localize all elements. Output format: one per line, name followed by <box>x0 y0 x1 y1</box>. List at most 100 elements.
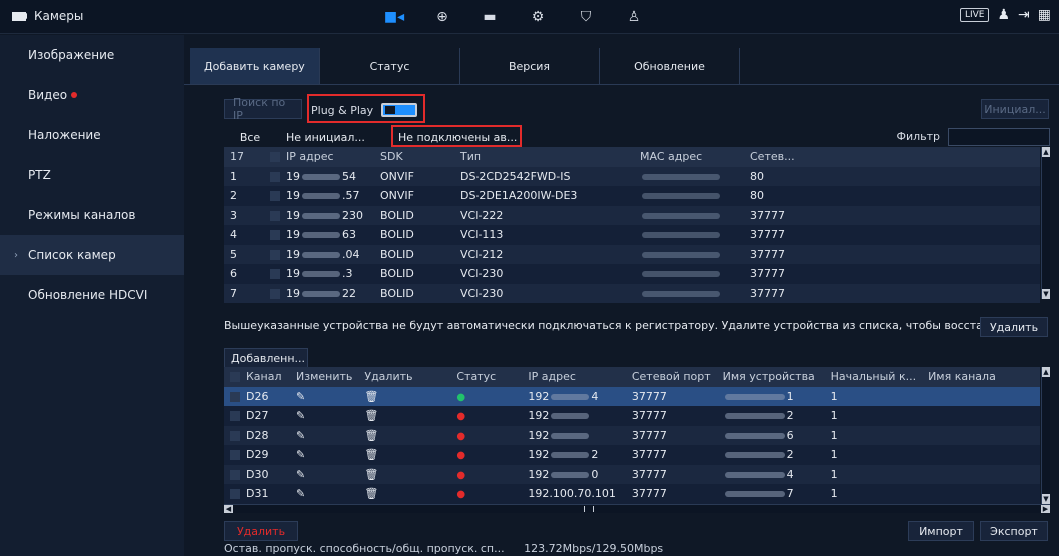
sidebar-item-video[interactable]: Видео <box>0 75 184 115</box>
trash-icon[interactable]: 🗑 <box>364 487 378 500</box>
edit-icon[interactable]: ✎ <box>296 409 305 422</box>
edit-icon[interactable]: ✎ <box>296 448 305 461</box>
tab-add-camera[interactable]: Добавить камеру <box>190 48 320 84</box>
edit-icon[interactable]: ✎ <box>296 390 305 403</box>
logout-icon[interactable]: ⇥ <box>1018 7 1030 23</box>
col-sdk[interactable]: SDK <box>374 147 454 167</box>
row-checkbox[interactable] <box>230 450 240 461</box>
table-row[interactable]: D27 ✎ 🗑 ● 192 37777 2 1 <box>224 406 1040 426</box>
ip-cell: 192 4 <box>528 389 599 403</box>
scroll-up-icon[interactable]: ▲ <box>1042 147 1050 157</box>
row-checkbox[interactable] <box>270 210 280 221</box>
row-checkbox[interactable] <box>230 391 240 402</box>
sidebar-item-channel-modes[interactable]: Режимы каналов <box>0 195 184 235</box>
table-row[interactable]: D29 ✎ 🗑 ● 192 2 37777 2 1 <box>224 445 1040 465</box>
row-checkbox[interactable] <box>230 430 240 441</box>
export-button[interactable]: Экспорт <box>980 521 1048 541</box>
col-port[interactable]: Сетев... <box>744 147 1040 167</box>
live-button[interactable]: LIVE <box>959 8 990 22</box>
scroll-up-icon[interactable]: ▲ <box>1042 367 1050 377</box>
added-table-hscrollbar[interactable]: ◀ ▶ <box>224 504 1050 513</box>
account-settings-icon[interactable]: ♙ <box>610 4 658 30</box>
table-row[interactable]: 7 19 22 BOLID VCI-230 37777 <box>224 283 1040 304</box>
mac-cell <box>634 284 744 304</box>
scroll-thumb[interactable] <box>584 506 594 512</box>
trash-icon[interactable]: 🗑 <box>364 448 378 461</box>
trash-icon[interactable]: 🗑 <box>364 468 378 481</box>
start-channel-cell: 1 <box>830 409 838 423</box>
col-ip[interactable]: IP адрес <box>264 147 374 167</box>
mac-cell <box>634 206 744 226</box>
scroll-left-icon[interactable]: ◀ <box>224 505 233 513</box>
tab-update[interactable]: Обновление <box>600 48 740 84</box>
ip-cell: 19.57 <box>264 186 374 206</box>
table-row[interactable]: 5 19.04 BOLID VCI-212 37777 <box>224 244 1040 264</box>
sidebar-item-ptz[interactable]: PTZ <box>0 155 184 195</box>
scroll-down-icon[interactable]: ▼ <box>1042 494 1050 504</box>
tab-status[interactable]: Статус <box>320 48 460 84</box>
sidebar-item-hdcvi-update[interactable]: Обновление HDCVI <box>0 275 184 315</box>
col-type[interactable]: Тип <box>454 147 634 167</box>
edit-icon[interactable]: ✎ <box>296 429 305 442</box>
table-row[interactable]: D26 ✎ 🗑 ● 192 4 37777 1 1 <box>224 386 1040 406</box>
edit-icon[interactable]: ✎ <box>296 487 305 500</box>
initialize-button[interactable]: Инициал... <box>981 99 1049 119</box>
filter-all[interactable]: Все <box>230 128 270 147</box>
mac-cell <box>634 225 744 245</box>
filter-uninitialized[interactable]: Не инициал... <box>286 128 365 147</box>
mac-cell <box>634 167 744 187</box>
table-row[interactable]: 6 19.3 BOLID VCI-230 37777 <box>224 264 1040 284</box>
sidebar-item-overlay[interactable]: Наложение <box>0 115 184 155</box>
app-title-label: Камеры <box>34 9 84 23</box>
row-checkbox[interactable] <box>230 469 240 480</box>
select-all-checkbox[interactable] <box>230 372 240 383</box>
port-cell: 37777 <box>750 247 785 261</box>
sdk-cell: ONVIF <box>380 169 414 183</box>
scroll-down-icon[interactable]: ▼ <box>1042 289 1050 299</box>
trash-icon[interactable]: 🗑 <box>364 390 378 403</box>
sidebar-item-image[interactable]: Изображение <box>0 35 184 75</box>
table-row[interactable]: 2 19.57 ONVIF DS-2DE1A200IW-DE3 80 <box>224 186 1040 206</box>
delete-search-button[interactable]: Удалить <box>980 317 1048 337</box>
table-row[interactable]: D30 ✎ 🗑 ● 192 0 37777 4 1 <box>224 464 1040 484</box>
table-row[interactable]: D28 ✎ 🗑 ● 192 37777 6 1 <box>224 425 1040 446</box>
row-checkbox[interactable] <box>270 191 280 202</box>
settings-icon[interactable]: ⚙ <box>514 4 562 30</box>
scroll-right-icon[interactable]: ▶ <box>1041 505 1050 513</box>
tab-version[interactable]: Версия <box>460 48 600 84</box>
select-all-checkbox[interactable] <box>270 152 280 163</box>
col-channel[interactable]: Канал <box>224 367 290 387</box>
ip-search-button[interactable]: Поиск по IP <box>224 96 302 122</box>
added-table-scrollbar[interactable]: ▲ ▼ <box>1041 367 1050 504</box>
trash-icon[interactable]: 🗑 <box>364 429 378 442</box>
edit-icon[interactable]: ✎ <box>296 468 305 481</box>
table-header: 17 IP адрес SDK Тип MAC адрес Сетев... <box>224 147 1040 167</box>
user-icon[interactable]: ♟ <box>997 7 1010 23</box>
table-row[interactable]: 4 19 63 BOLID VCI-113 37777 <box>224 225 1040 245</box>
storage-icon[interactable]: ▬ <box>466 4 514 30</box>
ip-cell: 192 <box>522 426 625 446</box>
added-filter-dropdown[interactable]: Добавленн... <box>224 348 308 368</box>
trash-icon[interactable]: 🗑 <box>364 409 378 422</box>
row-checkbox[interactable] <box>270 249 280 260</box>
sidebar-item-camera-list[interactable]: › Список камер <box>0 235 184 275</box>
row-checkbox[interactable] <box>270 230 280 241</box>
row-checkbox[interactable] <box>270 288 280 299</box>
table-row[interactable]: D31 ✎ 🗑 ● 192.100.70.101 37777 7 1 <box>224 484 1040 504</box>
table-row[interactable]: 1 19 54 ONVIF DS-2CD2542FWD-IS 80 <box>224 166 1040 187</box>
top-right-controls: LIVE ♟ ⇥ ▦ <box>959 7 1051 23</box>
filter-input[interactable] <box>948 128 1050 146</box>
row-checkbox[interactable] <box>230 411 240 422</box>
globe-icon[interactable]: ⊕ <box>418 4 466 30</box>
row-checkbox[interactable] <box>270 269 280 280</box>
row-checkbox[interactable] <box>230 489 240 500</box>
col-mac[interactable]: MAC адрес <box>634 147 744 167</box>
shield-icon[interactable]: ⛉ <box>562 4 610 30</box>
device-table-scrollbar[interactable]: ▲ ▼ <box>1041 147 1050 299</box>
import-button[interactable]: Импорт <box>908 521 974 541</box>
camera-icon[interactable]: ■◂ <box>370 4 418 30</box>
qr-code-icon[interactable]: ▦ <box>1038 7 1051 23</box>
delete-added-button[interactable]: Удалить <box>224 521 298 541</box>
row-checkbox[interactable] <box>270 171 280 182</box>
table-row[interactable]: 3 19 230 BOLID VCI-222 37777 <box>224 205 1040 226</box>
